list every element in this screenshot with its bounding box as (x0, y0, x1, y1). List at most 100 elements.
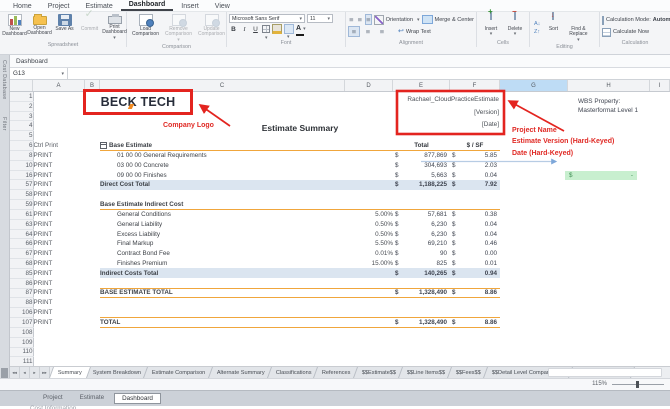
description-cell[interactable] (100, 278, 345, 288)
description-cell[interactable]: Base Estimate Indirect Cost (100, 199, 345, 210)
per-sf-cell[interactable]: $8.86 (450, 287, 500, 299)
column-header-d[interactable]: D (345, 80, 393, 91)
print-flag-cell[interactable]: PRINT (33, 308, 85, 318)
print-flag-cell[interactable]: PRINT (33, 150, 85, 160)
description-cell[interactable]: Base Estimate (100, 140, 345, 151)
sheet-tab-system-breakdown[interactable]: System Breakdown (83, 367, 151, 378)
description-cell[interactable]: Final Markup (100, 239, 345, 249)
filter-panel-tab[interactable]: Filter (1, 117, 7, 131)
column-header-f[interactable]: F (450, 80, 500, 91)
description-cell[interactable]: BASE ESTIMATE TOTAL (100, 287, 345, 299)
row-header[interactable]: 61 (10, 209, 34, 220)
grid-cell[interactable] (85, 298, 100, 308)
percent-cell[interactable] (345, 160, 393, 170)
grid-cell[interactable] (568, 190, 650, 200)
percent-cell[interactable]: 0.01% (345, 249, 393, 259)
grid-cell[interactable] (650, 288, 670, 298)
description-cell[interactable] (100, 298, 345, 308)
name-box[interactable]: G13 ▾ (10, 68, 68, 79)
per-sf-cell[interactable]: $0.46 (450, 239, 500, 249)
per-sf-cell[interactable]: $0.04 (450, 229, 500, 239)
grid-cell[interactable] (650, 229, 670, 239)
grid-cell[interactable] (650, 141, 670, 151)
grid-cell[interactable] (568, 347, 650, 357)
print-flag-cell[interactable]: PRINT (33, 268, 85, 278)
description-cell[interactable] (100, 357, 345, 366)
grid-cell[interactable] (650, 200, 670, 210)
grid-cell[interactable] (568, 200, 650, 210)
description-cell[interactable]: General Liability (100, 219, 345, 229)
description-cell[interactable] (100, 308, 345, 318)
row-header[interactable]: 111 (10, 356, 34, 366)
grid-cell[interactable] (568, 239, 650, 249)
print-flag-cell[interactable] (33, 111, 85, 121)
horizontal-scrollbar[interactable] (548, 368, 662, 377)
sheet-tab-estimate-comparison[interactable]: Estimate Comparison (143, 367, 215, 378)
print-flag-cell[interactable]: PRINT (33, 259, 85, 269)
row-header[interactable]: 57 (10, 179, 34, 191)
description-cell[interactable] (100, 327, 345, 337)
grid-cell[interactable] (500, 190, 568, 200)
grid-cell[interactable] (568, 318, 650, 328)
total-cell[interactable]: $304,693 (393, 160, 450, 170)
grid-cell[interactable] (500, 229, 568, 239)
total-cell[interactable] (393, 199, 450, 210)
row-header[interactable]: 67 (10, 248, 34, 260)
next-sheet-button[interactable]: ▸ (30, 367, 40, 378)
grid-cell[interactable] (650, 150, 670, 160)
grid-cell[interactable] (500, 92, 568, 101)
wrap-text-button[interactable]: ↩ Wrap Text (398, 27, 431, 37)
per-sf-cell[interactable]: $7.92 (450, 179, 500, 190)
calculate-now-button[interactable]: Calculate Now (602, 27, 668, 37)
formula-bar[interactable] (68, 68, 670, 79)
column-header-g[interactable]: G (500, 80, 568, 91)
grid-cell[interactable] (500, 170, 568, 180)
percent-cell[interactable] (345, 150, 393, 160)
grid-cell[interactable] (568, 268, 650, 278)
print-flag-cell[interactable]: PRINT (33, 219, 85, 229)
grid-cell[interactable] (500, 357, 568, 366)
per-sf-cell[interactable] (450, 337, 500, 347)
update-comparison-button[interactable]: Update Comparison (195, 13, 228, 43)
align-middle-button[interactable]: ≡ (357, 14, 364, 25)
grid-cell[interactable] (650, 249, 670, 259)
first-sheet-button[interactable]: ◂◂ (10, 367, 20, 378)
print-flag-cell[interactable]: PRINT (33, 229, 85, 239)
description-cell[interactable]: Finishes Premium (100, 259, 345, 269)
row-header[interactable]: 86 (10, 278, 34, 289)
grid-cell[interactable] (85, 249, 100, 259)
row-header[interactable]: 58 (10, 189, 34, 201)
grid-cell[interactable] (650, 111, 670, 121)
print-flag-cell[interactable] (33, 121, 85, 131)
percent-cell[interactable] (345, 298, 393, 308)
percent-cell[interactable] (345, 140, 393, 151)
row-header[interactable]: 63 (10, 219, 34, 230)
green-value-cell[interactable]: $ - (565, 171, 637, 180)
grid-cell[interactable] (650, 239, 670, 249)
grid-cell[interactable] (568, 278, 650, 288)
percent-cell[interactable]: 0.50% (345, 219, 393, 229)
total-cell[interactable]: $825 (393, 259, 450, 269)
row-header[interactable]: 64 (10, 229, 34, 240)
grid-cell[interactable] (500, 209, 568, 219)
column-header-h[interactable]: H (568, 80, 650, 91)
grid-cell[interactable] (568, 259, 650, 269)
grid-cell[interactable] (650, 327, 670, 337)
grid-cell[interactable] (500, 101, 568, 111)
save-as-button[interactable]: Save As (52, 13, 77, 41)
percent-cell[interactable] (345, 337, 393, 347)
new-dashboard-button[interactable]: New Dashboard (2, 13, 27, 41)
grid-cell[interactable] (85, 121, 100, 131)
per-sf-cell[interactable]: $0.00 (450, 249, 500, 259)
panel-strip-handle[interactable] (1, 368, 8, 378)
per-sf-cell[interactable]: $0.38 (450, 209, 500, 219)
print-flag-cell[interactable]: Ctrl Print (33, 141, 85, 151)
print-flag-cell[interactable] (33, 131, 85, 141)
description-cell[interactable]: Direct Cost Total (100, 179, 345, 190)
grid-cell[interactable] (650, 357, 670, 366)
zoom-slider[interactable] (612, 380, 664, 388)
total-cell[interactable]: $1,328,490 (393, 317, 450, 328)
row-header[interactable]: 66 (10, 238, 34, 250)
grid-cell[interactable] (85, 308, 100, 318)
per-sf-cell[interactable] (450, 327, 500, 337)
